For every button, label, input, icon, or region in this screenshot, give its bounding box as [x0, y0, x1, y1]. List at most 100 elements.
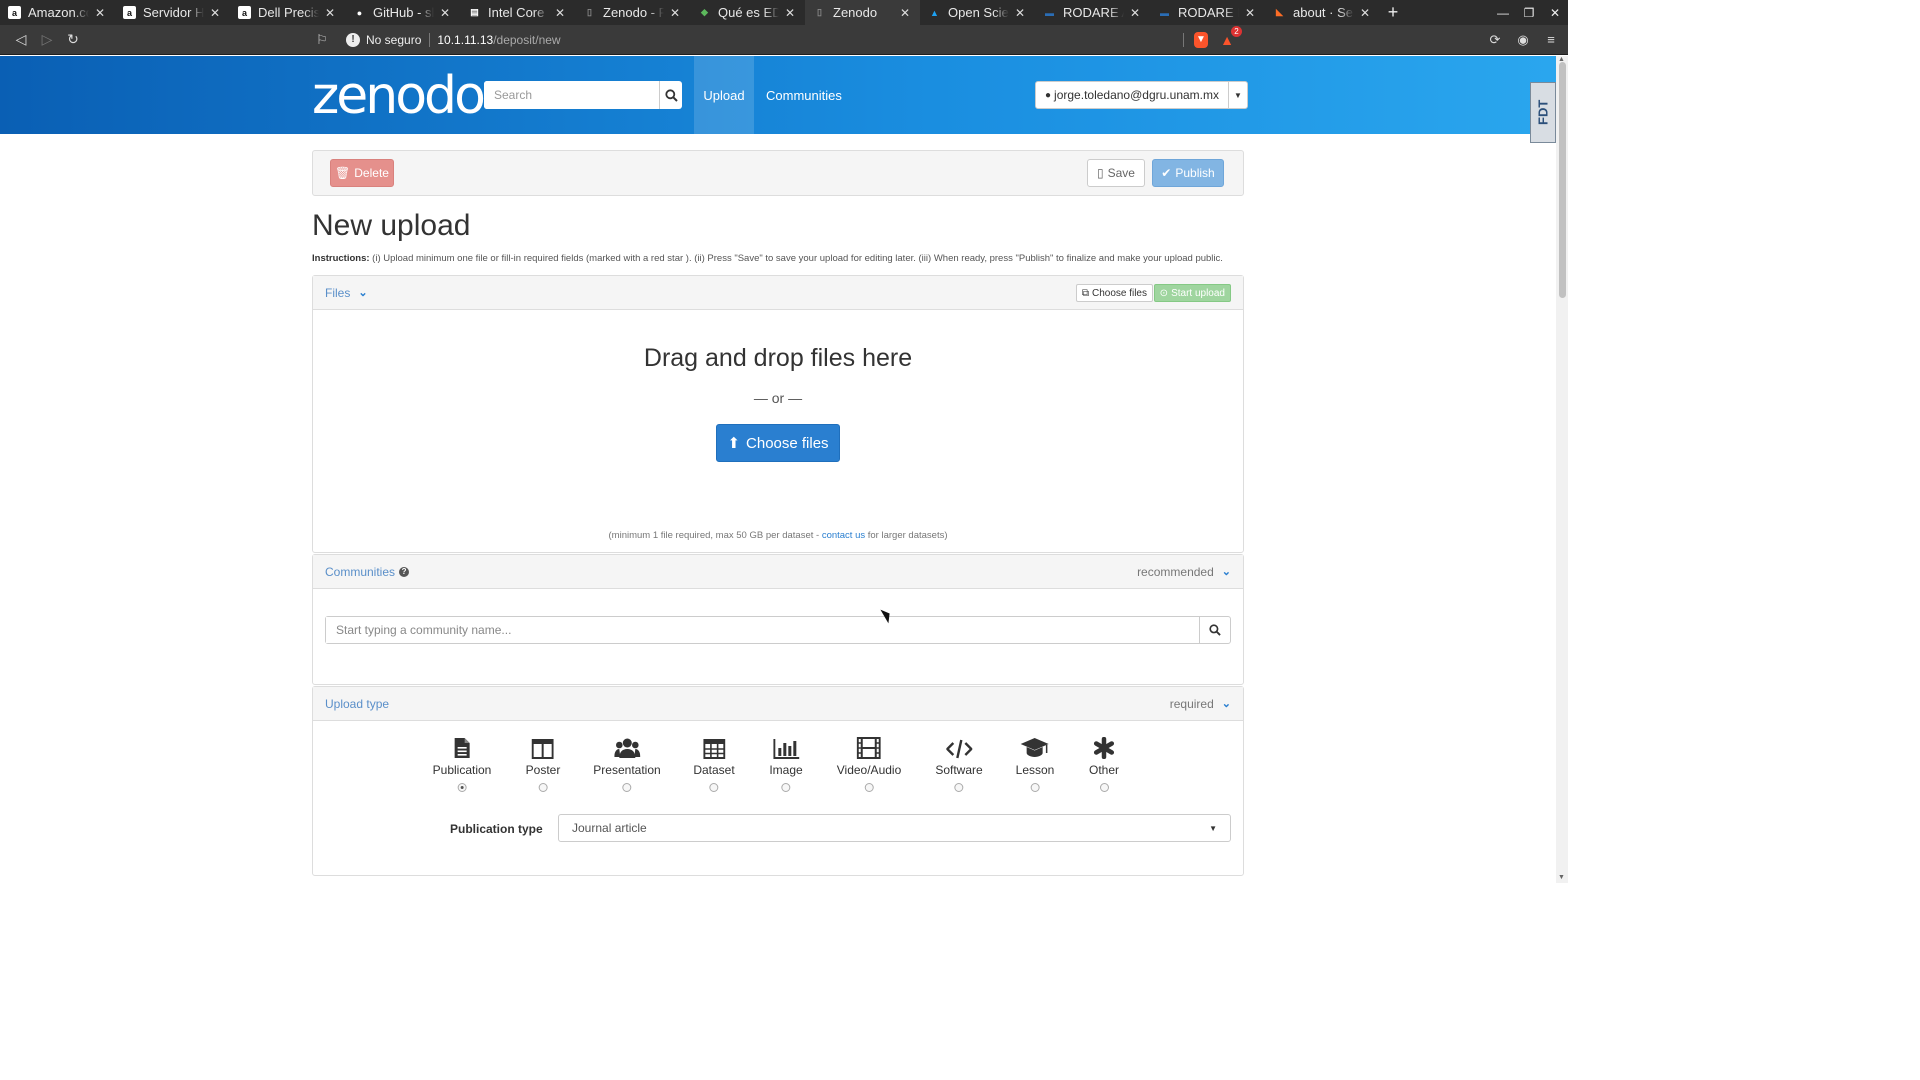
browser-tab[interactable]: a Dell Precision ✕ — [230, 0, 345, 25]
upload-type-option[interactable]: Other — [1089, 733, 1119, 792]
files-panel-header[interactable]: Files ⌄ ⧉ Choose files ⊙ Start upload — [313, 276, 1243, 310]
close-tab-icon[interactable]: ✕ — [1013, 6, 1027, 20]
upload-type-option[interactable]: Dataset — [693, 733, 735, 792]
browser-tab[interactable]: ◣ about · Sear ✕ — [1265, 0, 1380, 25]
extensions-icon[interactable]: ⟳ — [1486, 31, 1504, 49]
close-tab-icon[interactable]: ✕ — [1358, 6, 1372, 20]
choose-files-button[interactable]: ⬆ Choose files — [716, 424, 840, 462]
close-window-icon[interactable]: ✕ — [1542, 0, 1568, 25]
menu-icon[interactable]: ≡ — [1542, 31, 1560, 49]
files-title[interactable]: Files — [325, 286, 350, 300]
close-tab-icon[interactable]: ✕ — [1128, 6, 1142, 20]
start-upload-button[interactable]: ⊙ Start upload — [1153, 284, 1231, 302]
browser-tab[interactable]: ▯ Zenodo - Res ✕ — [575, 0, 690, 25]
upload-type-radio[interactable] — [1030, 783, 1040, 792]
brave-shields-icon[interactable]: ▼ — [1194, 31, 1208, 48]
close-tab-icon[interactable]: ✕ — [208, 6, 222, 20]
close-tab-icon[interactable]: ✕ — [1243, 6, 1257, 20]
community-input[interactable] — [326, 617, 1199, 643]
browser-tab[interactable]: a Servidor HP ✕ — [115, 0, 230, 25]
bookmark-icon[interactable]: ⚐ — [316, 32, 338, 48]
close-tab-icon[interactable]: ✕ — [93, 6, 107, 20]
contact-us-link[interactable]: contact us — [822, 530, 865, 541]
publish-label: Publish — [1175, 166, 1215, 180]
url-field[interactable]: ⚐ ! No seguro 10.1.11.13/deposit/new ▼ ▲… — [316, 25, 1560, 52]
upload-type-option[interactable]: Presentation — [593, 733, 661, 792]
upload-type-option[interactable]: Image — [769, 733, 803, 792]
browser-tab[interactable]: ▬ RODARE Ab ✕ — [1035, 0, 1150, 25]
upload-type-radio[interactable] — [864, 783, 874, 792]
nav-upload[interactable]: Upload — [694, 56, 754, 134]
code-icon — [945, 733, 972, 759]
minimize-icon[interactable]: — — [1490, 0, 1516, 25]
upload-type-radio[interactable] — [1099, 783, 1109, 792]
upload-type-option[interactable]: Software — [935, 733, 983, 792]
new-tab-icon[interactable]: + — [1380, 0, 1406, 25]
page-scrollbar[interactable]: ▲ ▼ — [1556, 56, 1568, 883]
close-tab-icon[interactable]: ✕ — [898, 6, 912, 20]
close-tab-icon[interactable]: ✕ — [783, 6, 797, 20]
upload-type-radio[interactable] — [781, 783, 791, 792]
scroll-down-icon[interactable]: ▼ — [1558, 874, 1565, 881]
upload-type-radio[interactable] — [709, 783, 719, 792]
close-tab-icon[interactable]: ✕ — [438, 6, 452, 20]
trash-icon: 🗑 — [335, 166, 351, 180]
nav-communities[interactable]: Communities — [766, 56, 842, 134]
chevron-down-icon[interactable]: ⌄ — [358, 286, 367, 299]
forward-icon[interactable]: ▷ — [34, 27, 60, 53]
back-icon[interactable]: ◁ — [8, 27, 34, 53]
browser-tab[interactable]: ● GitHub - slim ✕ — [345, 0, 460, 25]
publish-button[interactable]: ✔ Publish — [1152, 159, 1224, 187]
reload-icon[interactable]: ↻ — [60, 27, 86, 53]
drop-zone-title: Drag and drop files here — [643, 344, 913, 372]
user-dropdown-toggle[interactable]: ▼ — [1228, 82, 1247, 108]
help-icon[interactable]: ? — [399, 566, 410, 577]
fdt-badge[interactable]: FDT — [1530, 82, 1556, 143]
choose-files-small-button[interactable]: ⧉ Choose files — [1075, 284, 1153, 302]
browser-tab[interactable]: ▬ RODARE Do ✕ — [1150, 0, 1265, 25]
upload-type-option[interactable]: Publication — [433, 733, 491, 792]
upload-type-radio[interactable] — [457, 783, 467, 792]
upload-type-radio[interactable] — [954, 783, 964, 792]
tab-title: about · Sear — [1293, 5, 1354, 20]
search-button[interactable] — [659, 81, 682, 109]
browser-tab[interactable]: ◆ Qué es EDA ✕ — [690, 0, 805, 25]
save-button[interactable]: ▯ Save — [1087, 159, 1145, 187]
upload-type-panel-header[interactable]: Upload type required ⌄ — [313, 687, 1243, 721]
twitter-icon: ▲ — [930, 7, 939, 18]
chevron-down-icon[interactable]: ⌄ — [1222, 565, 1231, 578]
browser-tab[interactable]: a Amazon.com ✕ — [0, 0, 115, 25]
close-tab-icon[interactable]: ✕ — [553, 6, 567, 20]
browser-tab[interactable]: ▯ Zenodo ✕ — [805, 0, 920, 25]
maximize-icon[interactable]: ❐ — [1516, 0, 1542, 25]
upload-type-option[interactable]: Video/Audio — [837, 733, 901, 792]
delete-button[interactable]: 🗑 Delete — [330, 159, 394, 187]
search-input[interactable] — [484, 81, 659, 109]
upload-type-label: Poster — [525, 763, 561, 777]
upload-type-option[interactable]: Lesson — [1016, 733, 1054, 792]
user-button[interactable]: ● jorge.toledano@dgru.unam.mx — [1036, 82, 1228, 108]
close-tab-icon[interactable]: ✕ — [668, 6, 682, 20]
browser-tab[interactable]: ▤ Intel Core i7 ✕ — [460, 0, 575, 25]
brave-rewards-icon[interactable]: ▲ 2 — [1218, 25, 1242, 49]
chevron-down-icon[interactable]: ⌄ — [1222, 697, 1231, 710]
upload-type-title[interactable]: Upload type — [325, 697, 389, 711]
publication-type-select[interactable]: Journal article ▼ — [558, 814, 1231, 842]
communities-panel-header[interactable]: Communities ? recommended ⌄ — [313, 555, 1243, 589]
scrollbar-thumb[interactable] — [1559, 62, 1566, 298]
communities-title[interactable]: Communities — [325, 565, 395, 579]
user-menu[interactable]: ● jorge.toledano@dgru.unam.mx ▼ — [1035, 81, 1248, 109]
eda-icon: ◆ — [701, 7, 708, 17]
upload-type-radio[interactable] — [622, 783, 632, 792]
upload-type-option[interactable]: Poster — [525, 733, 561, 792]
community-search-button[interactable] — [1199, 617, 1230, 643]
browser-tab[interactable]: ▲ Open Scienc ✕ — [920, 0, 1035, 25]
file-text-icon — [454, 733, 471, 759]
upload-type-radio[interactable] — [538, 783, 548, 792]
close-tab-icon[interactable]: ✕ — [323, 6, 337, 20]
profile-icon[interactable]: ◉ — [1514, 31, 1532, 49]
file-icon: ▯ — [1097, 166, 1104, 180]
not-secure-icon[interactable]: ! — [346, 32, 360, 47]
security-label[interactable]: No seguro — [366, 33, 421, 47]
zenodo-logo[interactable]: zenodo — [312, 66, 486, 126]
